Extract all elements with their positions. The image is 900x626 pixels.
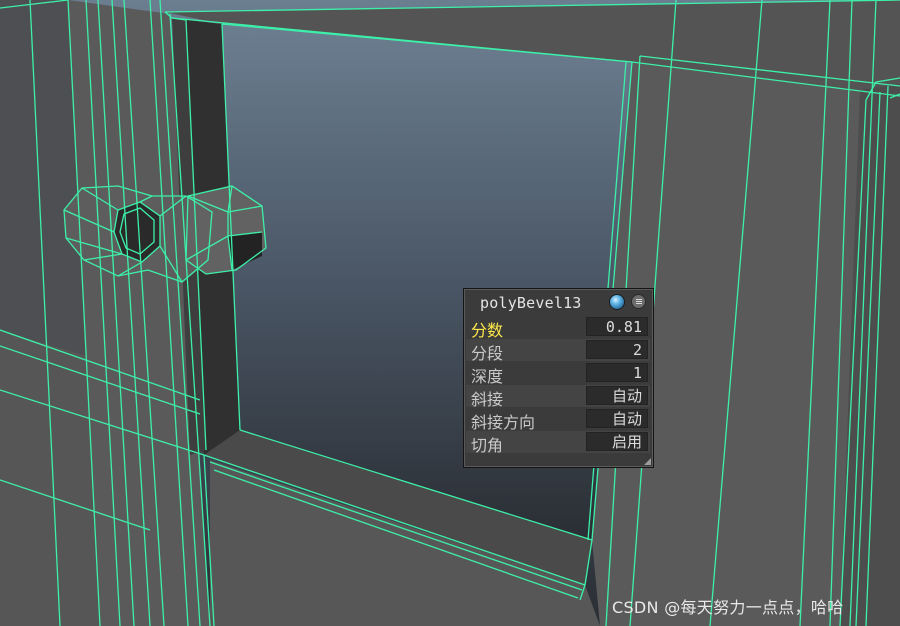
attr-value-field[interactable]: 1 [586,363,648,382]
attr-row-chamfer[interactable]: 切角 启用 [466,431,650,455]
attr-row-miter-along[interactable]: 斜接方向 自动 [466,408,650,432]
attr-label: 切角 [471,436,504,455]
bevel-attributes-hud: polyBevel13 分数 0.81 分段 2 深度 1 斜接 自动 斜接方向… [463,288,654,468]
attr-label: 斜接 [471,390,504,409]
material-sphere-icon[interactable] [609,294,625,310]
menu-icon[interactable] [631,294,646,309]
resize-grip-icon[interactable] [644,458,651,465]
watermark: CSDN @每天努力一点点，哈哈 [612,598,844,617]
attr-value-field[interactable]: 0.81 [586,317,648,336]
attr-row-segments[interactable]: 分段 2 [466,339,650,363]
attr-row-mitering[interactable]: 斜接 自动 [466,385,650,409]
attr-value-field[interactable]: 2 [586,340,648,359]
attr-label: 分段 [471,344,504,363]
attr-row-depth[interactable]: 深度 1 [466,362,650,386]
attr-value-dropdown[interactable]: 自动 [586,386,648,405]
attr-label: 斜接方向 [471,413,536,432]
attr-label: 分数 [471,321,504,340]
viewport-3d[interactable] [0,0,900,626]
hud-title: polyBevel13 [480,294,582,312]
attr-value-dropdown[interactable]: 自动 [586,409,648,428]
hud-title-bar[interactable]: polyBevel13 [464,289,653,315]
attr-label: 深度 [471,367,504,386]
attr-row-fraction[interactable]: 分数 0.81 [466,316,650,340]
attr-value-dropdown[interactable]: 启用 [586,432,648,451]
